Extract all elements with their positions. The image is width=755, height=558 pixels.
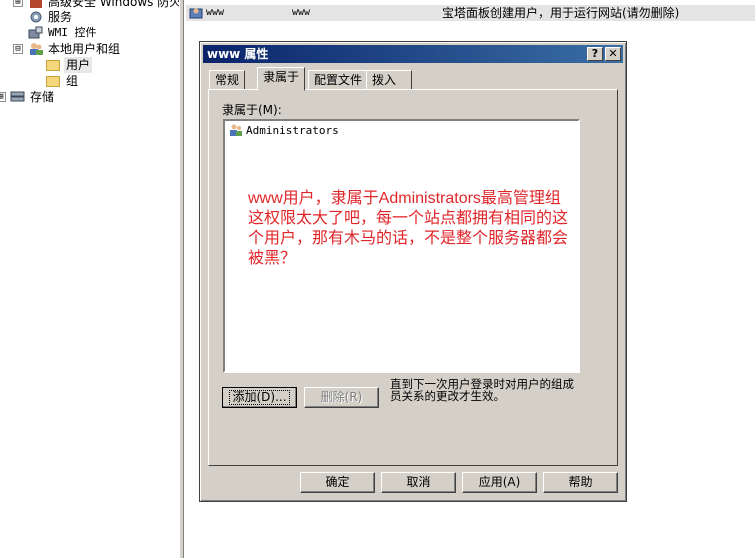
- storage-icon: [10, 89, 26, 105]
- users-group-icon: [28, 41, 44, 57]
- folder-icon: [46, 73, 62, 89]
- dialog-title-bar[interactable]: www 属性 ? ✕: [203, 45, 623, 63]
- member-of-label: 隶属于(M):: [222, 103, 282, 117]
- expand-icon[interactable]: ⊞: [0, 92, 6, 102]
- tree-item-label: 组: [66, 74, 79, 88]
- tree-item-label: 服务: [48, 10, 73, 24]
- remove-button[interactable]: 删除(R): [304, 387, 379, 408]
- services-gear-icon: [28, 9, 44, 25]
- membership-note: 直到下一次用户登录时对用户的组成员关系的更改才生效。: [390, 377, 574, 403]
- list-cell-name: www: [206, 7, 225, 18]
- tree-item-label: 存储: [30, 90, 55, 104]
- tab-member-of[interactable]: 隶属于: [257, 67, 306, 91]
- help-icon[interactable]: ?: [587, 47, 603, 61]
- member-of-listbox[interactable]: Administrators www用户，隶属于Administrators最高…: [223, 119, 580, 373]
- tree-pane: ⊞ 高级安全 Windows 防火 服务 WMI 控件 ⊟ 本地用户和组 用户 …: [0, 0, 181, 558]
- list-row-www[interactable]: www www 宝塔面板创建用户，用于运行网站(请勿删除): [186, 5, 755, 21]
- expand-icon[interactable]: ⊞: [13, 0, 23, 7]
- tree-item-label: 用户: [64, 57, 93, 73]
- annotation-text: www用户，隶属于Administrators最高管理组这权限太大了吧，每一个站…: [248, 190, 569, 267]
- tree-item-label: 本地用户和组: [48, 42, 121, 56]
- properties-dialog: www 属性 ? ✕ 常规 隶属于 配置文件 拨入 隶属于(M): Admini…: [199, 41, 627, 502]
- tab-profile[interactable]: 配置文件: [308, 70, 369, 90]
- list-cell-fullname: www: [292, 7, 311, 18]
- folder-icon: [46, 57, 62, 73]
- tab-dial-in[interactable]: 拨入: [366, 70, 412, 90]
- member-name: Administrators: [246, 124, 339, 137]
- user-icon: [189, 5, 203, 24]
- group-icon: [229, 123, 243, 137]
- pane-splitter[interactable]: [179, 0, 184, 558]
- add-button-label: 添加(D)...: [229, 390, 290, 405]
- dialog-title: www 属性: [207, 47, 269, 61]
- list-item[interactable]: Administrators: [229, 123, 339, 139]
- list-cell-description: 宝塔面板创建用户，用于运行网站(请勿删除): [442, 6, 680, 20]
- add-button[interactable]: 添加(D)...: [222, 387, 297, 408]
- apply-button[interactable]: 应用(A): [462, 472, 537, 493]
- tab-general[interactable]: 常规: [209, 70, 246, 90]
- collapse-icon[interactable]: ⊟: [13, 44, 23, 54]
- close-icon[interactable]: ✕: [605, 47, 621, 61]
- ok-button[interactable]: 确定: [300, 472, 375, 493]
- help-button[interactable]: 帮助: [543, 472, 618, 493]
- tree-item-label: WMI 控件: [48, 26, 97, 39]
- cancel-button[interactable]: 取消: [381, 472, 456, 493]
- list-row-partial[interactable]: www: [186, 0, 755, 2]
- wmi-computer-icon: [28, 25, 44, 41]
